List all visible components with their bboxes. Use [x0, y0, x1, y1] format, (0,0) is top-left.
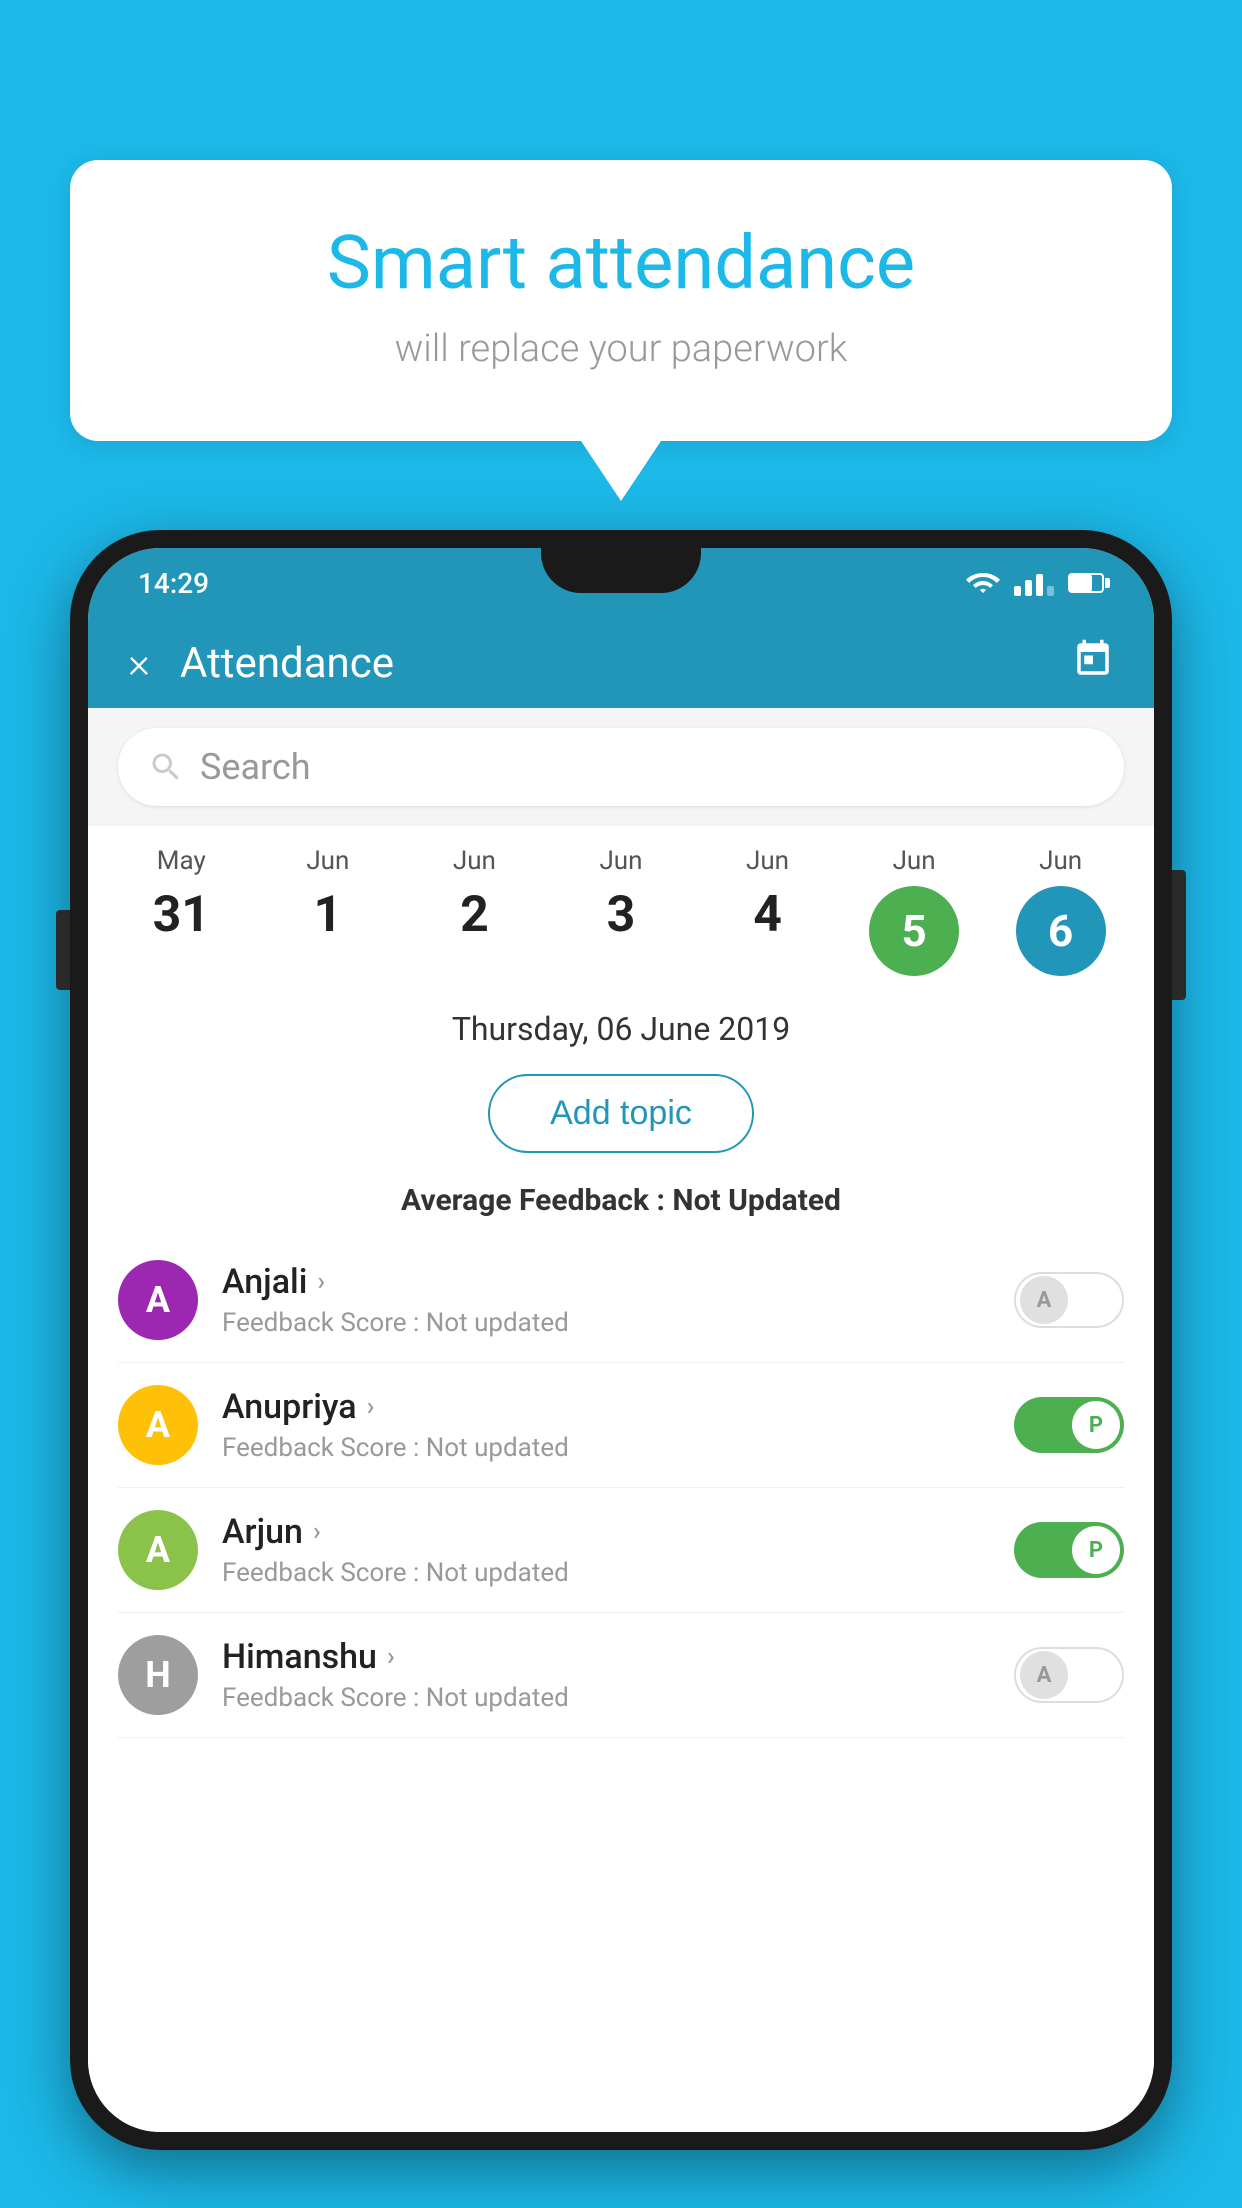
calendar-icon[interactable]	[1072, 638, 1114, 689]
app-header: × Attendance	[88, 618, 1154, 708]
status-bar: 14:29	[88, 548, 1154, 618]
calendar-strip: May31 Jun1 Jun2 Jun3 Jun4 Jun5 Jun6	[88, 826, 1154, 986]
calendar-day-5[interactable]: Jun5	[859, 846, 969, 976]
calendar-day-2[interactable]: Jun2	[419, 846, 529, 944]
student-name-0[interactable]: Anjali ›	[222, 1262, 1014, 1302]
battery-icon	[1068, 573, 1104, 593]
calendar-day-6[interactable]: Jun6	[1006, 846, 1116, 976]
search-placeholder: Search	[200, 746, 311, 788]
search-input-container[interactable]: Search	[118, 728, 1124, 806]
chevron-icon: ›	[367, 1392, 375, 1422]
speech-bubble-tail	[581, 441, 661, 501]
close-button[interactable]: ×	[128, 639, 150, 688]
attendance-toggle-3[interactable]: A	[1014, 1647, 1124, 1703]
student-name-2[interactable]: Arjun ›	[222, 1512, 1014, 1552]
selected-date: Thursday, 06 June 2019	[88, 986, 1154, 1064]
attendance-toggle-2[interactable]: P	[1014, 1522, 1124, 1578]
student-avatar-3: H	[118, 1635, 198, 1715]
add-topic-button[interactable]: Add topic	[488, 1074, 754, 1153]
student-item-0: AAnjali ›Feedback Score : Not updatedA	[118, 1238, 1124, 1363]
student-name-3[interactable]: Himanshu ›	[222, 1637, 1014, 1677]
student-name-1[interactable]: Anupriya ›	[222, 1387, 1014, 1427]
phone-container: 14:29	[70, 530, 1172, 2150]
calendar-day-3[interactable]: Jun3	[566, 846, 676, 944]
wifi-icon	[966, 571, 1000, 595]
phone-outer: 14:29	[70, 530, 1172, 2150]
status-time: 14:29	[138, 567, 209, 600]
avg-feedback: Average Feedback : Not Updated	[88, 1173, 1154, 1238]
student-item-1: A Anupriya › Feedback Score : Not updatedP	[118, 1363, 1124, 1488]
student-feedback-0: Feedback Score : Not updated	[222, 1308, 1014, 1338]
speech-bubble: Smart attendance will replace your paper…	[70, 160, 1172, 441]
speech-bubble-container: Smart attendance will replace your paper…	[70, 160, 1172, 501]
attendance-toggle-1[interactable]: P	[1014, 1397, 1124, 1453]
student-list: AAnjali ›Feedback Score : Not updatedAAA…	[88, 1238, 1154, 1738]
student-avatar-2: A	[118, 1510, 198, 1590]
student-feedback-3: Feedback Score : Not updated	[222, 1683, 1014, 1713]
student-item-2: A Arjun › Feedback Score : Not updatedP	[118, 1488, 1124, 1613]
avg-feedback-value: Not Updated	[672, 1183, 841, 1218]
phone-screen: 14:29	[88, 548, 1154, 2132]
speech-bubble-subtitle: will replace your paperwork	[150, 327, 1092, 371]
content-area: Thursday, 06 June 2019 Add topic Average…	[88, 986, 1154, 2132]
chevron-icon: ›	[317, 1267, 325, 1297]
calendar-day-4[interactable]: Jun4	[713, 846, 823, 944]
calendar-day-1[interactable]: Jun1	[273, 846, 383, 944]
signal-icon	[1014, 570, 1054, 596]
search-icon	[148, 749, 184, 785]
search-bar: Search	[88, 708, 1154, 826]
page-title: Attendance	[180, 639, 1072, 688]
chevron-icon: ›	[387, 1642, 395, 1672]
student-feedback-2: Feedback Score : Not updated	[222, 1558, 1014, 1588]
student-feedback-1: Feedback Score : Not updated	[222, 1433, 1014, 1463]
speech-bubble-title: Smart attendance	[150, 220, 1092, 307]
student-avatar-1: A	[118, 1385, 198, 1465]
calendar-day-31[interactable]: May31	[126, 846, 236, 944]
attendance-toggle-0[interactable]: A	[1014, 1272, 1124, 1328]
avg-feedback-label: Average Feedback :	[401, 1183, 672, 1218]
student-avatar-0: A	[118, 1260, 198, 1340]
status-icons	[966, 570, 1104, 596]
chevron-icon: ›	[313, 1517, 321, 1547]
student-item-3: H Himanshu › Feedback Score : Not updatedA	[118, 1613, 1124, 1738]
